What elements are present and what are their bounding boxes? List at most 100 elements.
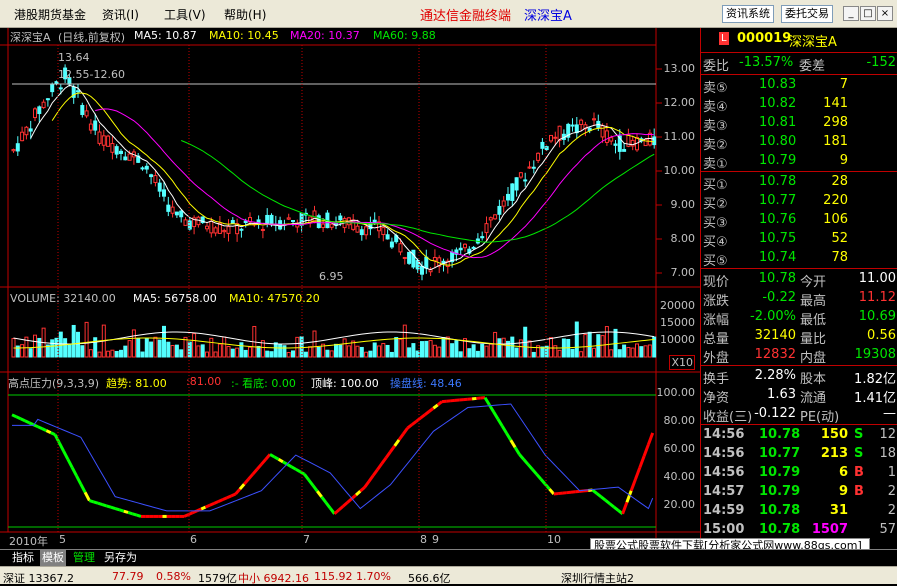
high-price-label: 13.64 bbox=[58, 51, 90, 64]
indicator-trend-segment bbox=[68, 459, 72, 467]
stat-label: 总量 bbox=[703, 328, 729, 347]
candle-body bbox=[102, 136, 105, 145]
stat2-value: 1.82亿 bbox=[854, 368, 896, 387]
volume-bar bbox=[145, 338, 148, 357]
volume-bar bbox=[429, 341, 432, 357]
candle-body bbox=[261, 229, 264, 230]
menu-tools[interactable]: 工具(V) bbox=[164, 6, 206, 23]
restore-icon[interactable]: □ bbox=[860, 6, 876, 21]
tick-price: 10.79 bbox=[759, 484, 800, 499]
candle-body bbox=[593, 119, 596, 120]
tick-price: 10.77 bbox=[759, 446, 800, 461]
indicator-trend-segment bbox=[395, 440, 399, 446]
minimize-icon[interactable]: _ bbox=[843, 6, 859, 21]
volume-bar bbox=[201, 345, 204, 357]
info-system-button[interactable]: 资讯系统 bbox=[722, 5, 774, 23]
date-label: 6 bbox=[190, 533, 197, 546]
indicator-trend-segment bbox=[98, 503, 102, 504]
indicator-trend-segment bbox=[648, 433, 652, 445]
indicator-trend-segment bbox=[270, 454, 274, 456]
volume-bar bbox=[21, 345, 24, 357]
kline-chart-svg[interactable] bbox=[0, 28, 700, 549]
stock-code: 000019 bbox=[737, 31, 791, 46]
volume-bar bbox=[274, 343, 277, 357]
volume-bar bbox=[356, 346, 359, 357]
volume-ma5-label: MA5: 56758.00 bbox=[133, 292, 217, 305]
volume-bar bbox=[304, 352, 307, 357]
trade-button[interactable]: 委托交易 bbox=[781, 5, 833, 23]
stat-row: 总量32140量比0.56 bbox=[701, 327, 897, 346]
volume-bar bbox=[648, 345, 651, 357]
indicator-trend-segment bbox=[438, 402, 442, 405]
stock-chart-name: 深深宝A bbox=[10, 29, 51, 45]
indicator-trend-segment bbox=[421, 415, 425, 418]
volume-bar bbox=[593, 348, 596, 357]
sell-row: 卖⑤10.837 bbox=[701, 76, 897, 95]
candle-body bbox=[175, 212, 178, 215]
candle-body bbox=[223, 231, 226, 232]
volume-bar bbox=[227, 346, 230, 357]
stat-value: 10.78 bbox=[759, 271, 796, 286]
indicator-trend-segment bbox=[296, 469, 300, 471]
candle-body bbox=[141, 168, 144, 169]
chart-area[interactable]: 深深宝A (日线,前复权) MA5: 10.87 MA10: 10.45 MA2… bbox=[0, 28, 700, 549]
candle-body bbox=[550, 135, 553, 140]
indicator-trend-segment bbox=[42, 429, 46, 431]
candle-body bbox=[330, 224, 333, 227]
tab-template[interactable]: 模板 bbox=[40, 550, 66, 566]
quote-title-row: L 000019 深深宝A bbox=[701, 30, 897, 50]
menu-info[interactable]: 资讯(I) bbox=[102, 6, 139, 23]
date-label: 10 bbox=[547, 533, 561, 546]
indicator-trend-segment bbox=[494, 412, 498, 419]
indicator-trend-segment bbox=[519, 454, 523, 459]
indicator-trend-segment bbox=[72, 468, 76, 476]
indicator-trend-segment bbox=[64, 451, 68, 459]
volume-bar bbox=[627, 347, 630, 357]
indicator-trend-segment bbox=[339, 506, 343, 510]
volume-bar bbox=[107, 351, 110, 357]
volume-bar bbox=[120, 350, 123, 357]
volume-bar bbox=[326, 350, 329, 357]
candle-body bbox=[403, 257, 406, 258]
stat-row: 现价10.78今开11.00 bbox=[701, 270, 897, 289]
low-price-label: 6.95 bbox=[319, 270, 344, 283]
volume-bar bbox=[382, 343, 385, 357]
candle-body bbox=[494, 215, 497, 219]
menu-futures[interactable]: 港股期货基金 bbox=[14, 6, 86, 23]
indicator-trend-segment bbox=[408, 425, 412, 428]
status-sz-pct: 0.58% bbox=[156, 570, 191, 583]
tick-time: 14:59 bbox=[703, 503, 744, 518]
buy-level-label: 买④ bbox=[703, 231, 728, 250]
candle-body bbox=[356, 226, 359, 232]
weibi-value: -13.57% bbox=[739, 55, 793, 70]
tick-direction: S bbox=[854, 427, 863, 442]
volume-bar bbox=[446, 337, 449, 357]
volume-bar bbox=[455, 341, 458, 357]
stat-label: 最高 bbox=[800, 290, 826, 309]
indicator-trend-segment bbox=[335, 510, 339, 514]
tick-price: 10.79 bbox=[759, 465, 800, 480]
candle-body bbox=[485, 224, 488, 233]
tab-save-as[interactable]: 另存为 bbox=[102, 550, 139, 566]
ma60-label: MA60: 9.88 bbox=[373, 29, 436, 42]
volume-bar bbox=[292, 351, 295, 357]
close-icon[interactable]: × bbox=[877, 6, 893, 21]
indicator-trend-segment bbox=[386, 452, 390, 458]
indicator-trend-segment bbox=[59, 443, 63, 451]
candle-body bbox=[502, 201, 505, 206]
menu-help[interactable]: 帮助(H) bbox=[224, 6, 266, 23]
candle-body bbox=[365, 227, 368, 235]
tab-indicator[interactable]: 指标 bbox=[10, 550, 36, 566]
stat2-row: 收益(三)-0.122PE(动)— bbox=[701, 405, 897, 424]
volume-bar bbox=[502, 338, 505, 357]
volume-bar bbox=[335, 344, 338, 357]
volume-bar bbox=[618, 350, 621, 357]
tab-manage[interactable]: 管理 bbox=[71, 550, 97, 566]
indicator-trend-segment bbox=[601, 497, 605, 500]
indicator-trend-segment bbox=[309, 480, 313, 486]
buy-level-label: 买⑤ bbox=[703, 250, 728, 269]
volume-bar bbox=[72, 325, 75, 357]
candle-body bbox=[206, 226, 209, 229]
volume-bar bbox=[81, 346, 84, 357]
indicator-trend-segment bbox=[210, 503, 214, 505]
